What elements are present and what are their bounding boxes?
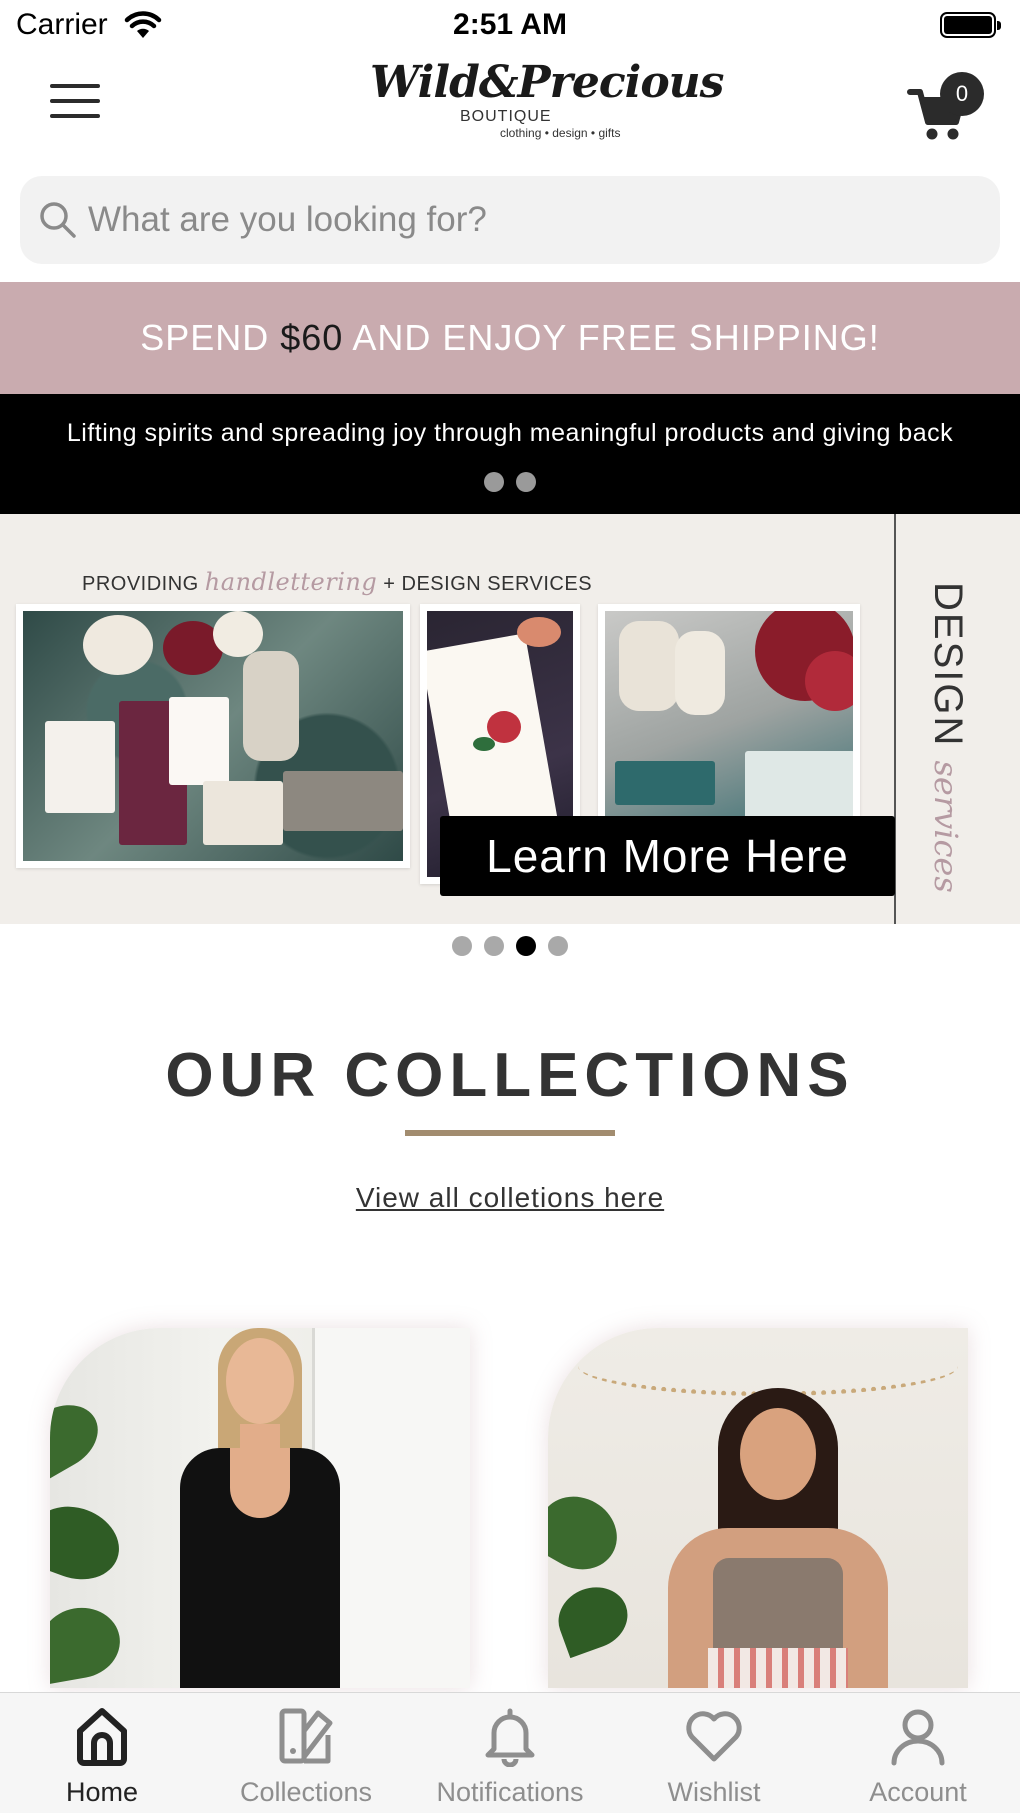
shipping-suffix: AND ENJOY FREE SHIPPING! xyxy=(343,317,880,358)
tab-collections-label: Collections xyxy=(239,1777,373,1807)
battery-icon xyxy=(940,12,1001,38)
model-photo xyxy=(658,1388,898,1688)
status-bar: Carrier 2:51 AM xyxy=(0,0,1020,52)
user-icon xyxy=(891,1709,945,1766)
hero-side-word: DESIGN xyxy=(926,582,970,748)
learn-more-button[interactable]: Learn More Here xyxy=(440,816,895,896)
tagline-text: Lifting spirits and spreading joy throug… xyxy=(66,419,954,447)
tagline-dot[interactable] xyxy=(516,472,536,492)
menu-button[interactable] xyxy=(50,84,100,124)
status-time: 2:51 AM xyxy=(453,8,567,41)
hero-dot[interactable] xyxy=(548,936,568,956)
cart-count-badge: 0 xyxy=(940,72,984,116)
tab-collections[interactable]: Collections xyxy=(204,1693,408,1813)
tagline-dot[interactable] xyxy=(484,472,504,492)
hero-dot[interactable] xyxy=(452,936,472,956)
model-photo xyxy=(160,1328,360,1688)
logo-tagline: clothing • design • gifts xyxy=(500,126,621,140)
hero-heading: PROVIDING handlettering + DESIGN SERVICE… xyxy=(82,568,592,596)
tab-account-label: Account xyxy=(869,1777,967,1807)
tab-notifications[interactable]: Notifications xyxy=(408,1693,612,1813)
tab-wishlist[interactable]: Wishlist xyxy=(612,1693,816,1813)
free-shipping-banner: SPEND $60 AND ENJOY FREE SHIPPING! xyxy=(0,282,1020,394)
collections-title: OUR COLLECTIONS xyxy=(165,1041,855,1110)
hero-pager xyxy=(0,936,1020,961)
hero-heading-prefix: PROVIDING xyxy=(82,573,205,595)
hero-side-script: services xyxy=(927,760,965,893)
logo-wordmark: Wild&Precious xyxy=(370,57,724,108)
collection-card[interactable] xyxy=(548,1328,968,1688)
bell-icon xyxy=(485,1708,535,1767)
collection-card[interactable] xyxy=(50,1328,470,1688)
search-icon xyxy=(40,202,76,238)
hero-photo-invitations xyxy=(598,604,860,844)
tab-wishlist-label: Wishlist xyxy=(667,1777,761,1807)
search-input[interactable] xyxy=(88,176,968,264)
heart-icon xyxy=(686,1711,742,1762)
shipping-amount: $60 xyxy=(280,317,344,358)
hero-side-label: DESIGN services xyxy=(924,582,970,893)
tab-home[interactable]: Home xyxy=(0,1693,204,1813)
hero-photo-stationery xyxy=(16,604,410,868)
garland-decoration xyxy=(578,1336,958,1396)
hero-heading-script: handlettering xyxy=(204,568,378,596)
collections-icon xyxy=(279,1708,333,1764)
brand-logo[interactable]: Wild&Precious BOUTIQUE clothing • design… xyxy=(370,52,724,158)
hero-slide[interactable]: PROVIDING handlettering + DESIGN SERVICE… xyxy=(0,514,1020,924)
bottom-tab-bar: Home Collections Notifications Wishlist … xyxy=(0,1692,1020,1813)
hero-dot-active[interactable] xyxy=(516,936,536,956)
tab-account[interactable]: Account xyxy=(816,1693,1020,1813)
title-underline xyxy=(405,1130,615,1136)
tagline-banner: Lifting spirits and spreading joy throug… xyxy=(0,394,1020,514)
cart-button[interactable]: 0 xyxy=(907,72,984,140)
tagline-pager xyxy=(0,472,1020,497)
home-icon xyxy=(77,1708,127,1766)
search-bar[interactable] xyxy=(20,176,1000,264)
shipping-prefix: SPEND xyxy=(140,317,281,358)
hero-heading-suffix: + DESIGN SERVICES xyxy=(377,573,593,595)
hero-dot[interactable] xyxy=(484,936,504,956)
tab-notifications-label: Notifications xyxy=(436,1777,584,1807)
tab-home-label: Home xyxy=(65,1777,139,1807)
app-header: Wild&Precious BOUTIQUE clothing • design… xyxy=(0,52,1020,162)
view-all-collections-link[interactable]: View all colletions here xyxy=(0,1182,1020,1214)
menu-icon xyxy=(50,84,100,88)
